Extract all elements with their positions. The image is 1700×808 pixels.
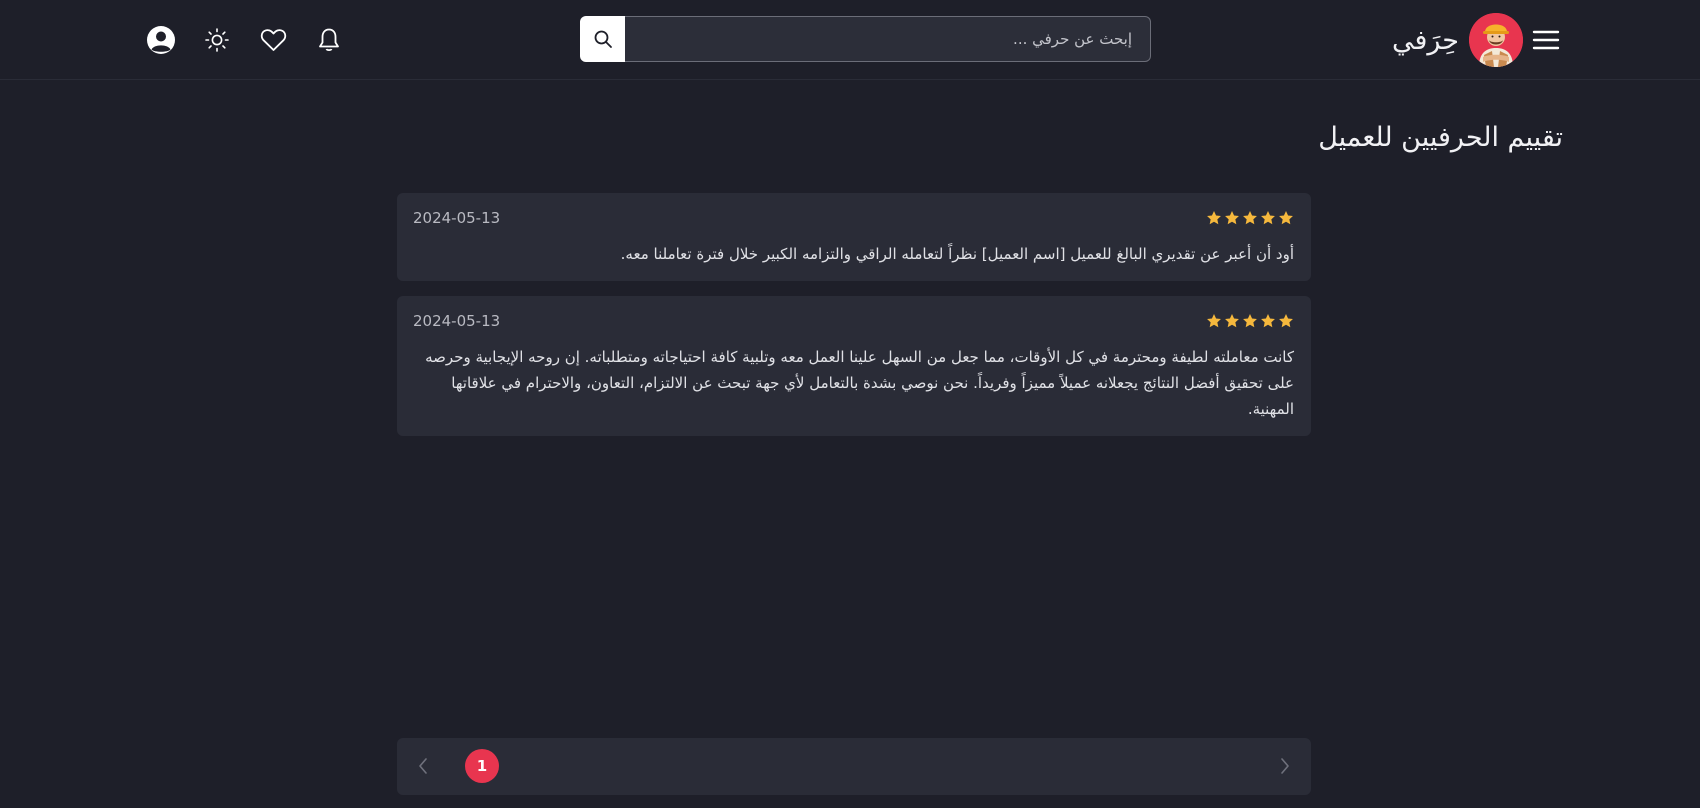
notifications-button[interactable] bbox=[301, 20, 357, 60]
star-icon bbox=[1261, 211, 1275, 225]
review-date: 2024-05-13 bbox=[413, 209, 501, 227]
menu-button[interactable] bbox=[1530, 24, 1562, 56]
search-bar bbox=[580, 16, 1151, 62]
review-text: كانت معاملته لطيفة ومحترمة في كل الأوقات… bbox=[425, 348, 1294, 418]
star-icon bbox=[1243, 314, 1257, 328]
review-header: 2024-05-13 bbox=[413, 310, 1294, 332]
pagination: 1 bbox=[397, 738, 1311, 795]
user-icon bbox=[147, 26, 175, 54]
worker-logo-icon bbox=[1469, 13, 1523, 67]
star-icon bbox=[1243, 211, 1257, 225]
previous-page-button[interactable] bbox=[411, 754, 435, 778]
star-icon bbox=[1225, 314, 1239, 328]
menu-icon bbox=[1532, 30, 1560, 50]
star-icon bbox=[1279, 314, 1293, 328]
star-icon bbox=[1261, 314, 1275, 328]
profile-button[interactable] bbox=[133, 20, 189, 60]
brand: حِرَفي bbox=[1392, 12, 1523, 68]
brand-name[interactable]: حِرَفي bbox=[1392, 25, 1459, 56]
search-input[interactable] bbox=[625, 16, 1151, 62]
favorites-button[interactable] bbox=[245, 20, 301, 60]
star-rating bbox=[1206, 210, 1294, 226]
star-icon bbox=[1279, 211, 1293, 225]
theme-toggle-button[interactable] bbox=[189, 20, 245, 60]
bell-icon bbox=[319, 28, 339, 52]
next-page-button[interactable] bbox=[1273, 754, 1297, 778]
review-card: 2024-05-13 كانت معاملته لطيفة ومحترمة في… bbox=[397, 296, 1311, 436]
navbar: حِرَفي bbox=[0, 0, 1700, 80]
page-number-current[interactable]: 1 bbox=[465, 749, 499, 783]
nav-icons bbox=[133, 20, 357, 60]
star-icon bbox=[1225, 211, 1239, 225]
star-icon bbox=[1207, 211, 1221, 225]
search-icon bbox=[594, 30, 612, 48]
star-icon bbox=[1207, 314, 1221, 328]
page-title: تقييم الحرفيين للعميل bbox=[1318, 122, 1563, 153]
review-text: أود أن أعبر عن تقديري البالغ للعميل [اسم… bbox=[620, 245, 1294, 263]
chevron-left-icon bbox=[419, 758, 427, 774]
search-button[interactable] bbox=[580, 16, 625, 62]
review-card: 2024-05-13 أود أن أعبر عن تقديري البالغ … bbox=[397, 193, 1311, 281]
star-rating bbox=[1206, 313, 1294, 329]
heart-icon bbox=[260, 29, 286, 51]
review-date: 2024-05-13 bbox=[413, 312, 501, 330]
logo[interactable] bbox=[1469, 13, 1523, 67]
reviews-list: 2024-05-13 أود أن أعبر عن تقديري البالغ … bbox=[397, 193, 1311, 451]
review-header: 2024-05-13 bbox=[413, 207, 1294, 229]
sun-icon bbox=[205, 28, 229, 52]
chevron-right-icon bbox=[1281, 758, 1289, 774]
